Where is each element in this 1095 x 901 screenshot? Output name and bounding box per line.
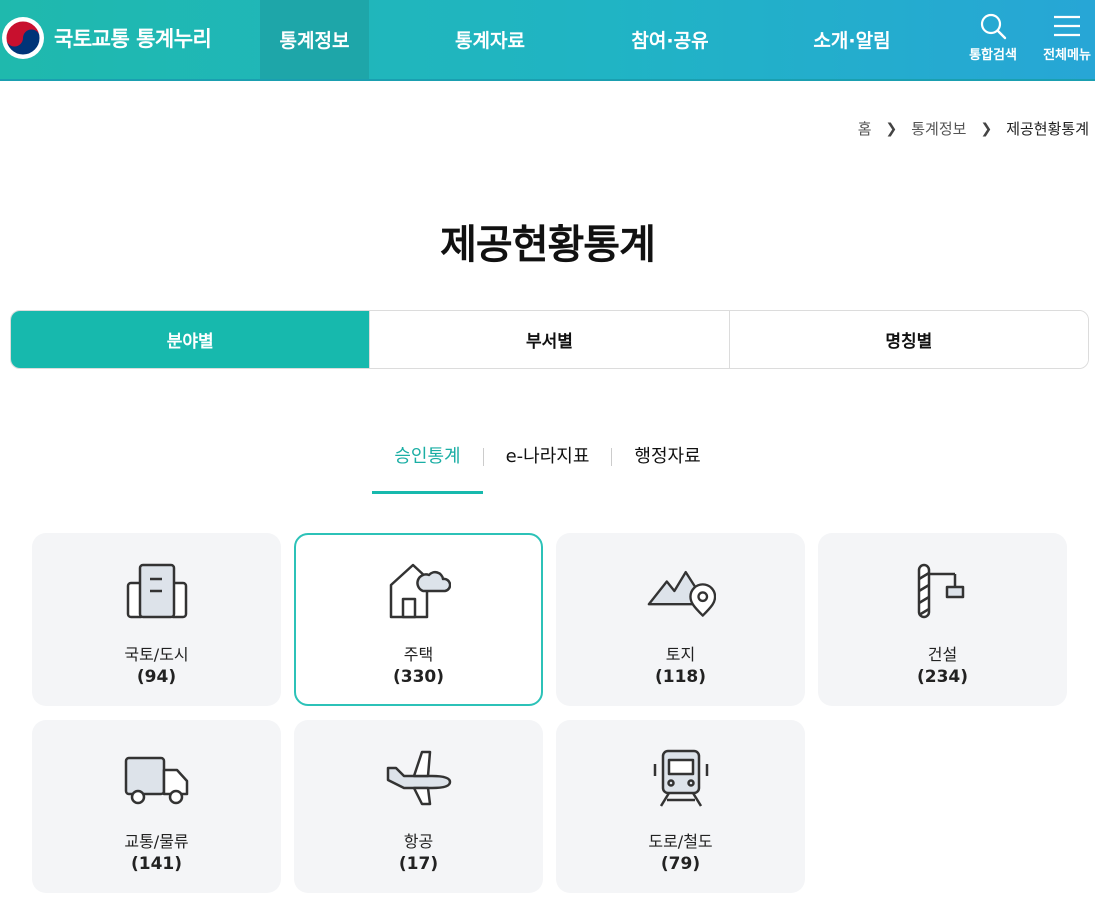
category-grid: 국토/도시 (94) 주택 (330) 토지 (118) 건설 (234) 교통… <box>32 533 1067 893</box>
card-road-railway[interactable]: 도로/철도 (79) <box>556 720 805 893</box>
truck-icon <box>122 746 192 810</box>
card-count: (141) <box>130 854 183 874</box>
card-aviation[interactable]: 항공 (17) <box>294 720 543 893</box>
card-name: 국토/도시 <box>124 645 189 664</box>
train-icon <box>646 746 716 810</box>
building-icon <box>122 559 192 623</box>
nav-about[interactable]: 소개·알림 <box>790 0 914 79</box>
breadcrumb-home[interactable]: 홈 <box>858 118 872 139</box>
tab-by-name[interactable]: 명칭별 <box>728 311 1088 368</box>
card-transport-logistics[interactable]: 교통/물류 (141) <box>32 720 281 893</box>
card-count: (79) <box>660 854 701 874</box>
card-count: (118) <box>654 667 707 687</box>
land-icon <box>646 559 716 623</box>
logo-text: 국토교통 통계누리 <box>54 27 212 51</box>
search-label: 통합검색 <box>969 48 1017 63</box>
search-button[interactable]: 통합검색 <box>958 12 1028 63</box>
category-tabs: 분야별 부서별 명칭별 <box>10 310 1089 369</box>
card-land[interactable]: 토지 (118) <box>556 533 805 706</box>
all-menu-button[interactable]: 전체메뉴 <box>1032 12 1095 63</box>
card-name: 교통/물류 <box>124 832 189 851</box>
card-name: 주택 <box>403 645 434 664</box>
subtab-e-nara[interactable]: e-나라지표 <box>484 440 612 494</box>
card-count: (94) <box>136 667 177 687</box>
card-name: 건설 <box>927 645 958 664</box>
airplane-icon <box>384 746 454 810</box>
card-count: (17) <box>398 854 439 874</box>
nav-stat-info[interactable]: 통계정보 <box>260 0 369 79</box>
tab-by-field[interactable]: 분야별 <box>11 311 370 368</box>
card-construction[interactable]: 건설 (234) <box>818 533 1067 706</box>
sub-tabs: 승인통계 e-나라지표 행정자료 <box>0 440 1095 494</box>
nav-participation[interactable]: 참여·공유 <box>610 0 730 79</box>
page-title: 제공현황통계 <box>440 222 656 268</box>
chevron-right-icon: ❯ <box>885 120 898 137</box>
site-logo[interactable]: 국토교통 통계누리 <box>0 14 212 62</box>
hamburger-menu-icon <box>1054 15 1080 37</box>
breadcrumb-current: 제공현황통계 <box>1006 120 1089 138</box>
card-land-city[interactable]: 국토/도시 (94) <box>32 533 281 706</box>
tab-by-department[interactable]: 부서별 <box>369 311 729 368</box>
subtab-admin-data[interactable]: 행정자료 <box>612 440 722 494</box>
card-housing[interactable]: 주택 (330) <box>294 533 543 706</box>
card-name: 항공 <box>403 832 434 851</box>
menu-label: 전체메뉴 <box>1043 48 1091 63</box>
card-name: 토지 <box>665 645 696 664</box>
breadcrumb-stat-info[interactable]: 통계정보 <box>911 118 966 139</box>
card-count: (330) <box>392 667 445 687</box>
card-count: (234) <box>916 667 969 687</box>
taegeuk-logo-icon <box>2 17 44 59</box>
search-icon <box>980 13 1007 40</box>
subtab-approved-stats[interactable]: 승인통계 <box>372 440 483 494</box>
card-name: 도로/철도 <box>648 832 713 851</box>
house-icon <box>384 559 454 623</box>
chevron-right-icon: ❯ <box>980 120 993 137</box>
construction-icon <box>908 559 978 623</box>
nav-stat-data[interactable]: 통계자료 <box>430 0 550 79</box>
breadcrumb: 홈 ❯ 통계정보 ❯ 제공현황통계 <box>858 118 1089 139</box>
top-header: 국토교통 통계누리 통계정보 통계자료 참여·공유 소개·알림 통합검색 전체메… <box>0 0 1095 81</box>
